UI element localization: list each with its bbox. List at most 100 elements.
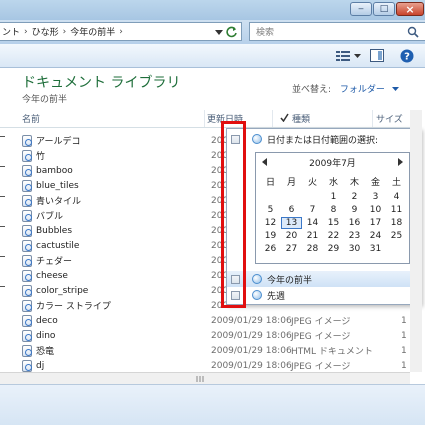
minimize-button[interactable]: ‒ [350,2,372,16]
calendar-day[interactable]: 27 [281,244,302,254]
column-filter-check-icon[interactable] [280,113,289,122]
view-dropdown-icon[interactable] [354,54,361,59]
calendar-day[interactable]: 9 [344,205,365,215]
calendar-day[interactable]: 19 [260,231,281,241]
date-option-icon [252,290,262,300]
image-file-icon [22,284,32,297]
calendar-day-today[interactable]: 13 [281,216,302,229]
image-file-icon [22,164,32,177]
library-subtitle: 今年の前半 [22,95,68,105]
calendar-day[interactable]: 24 [365,231,386,241]
calendar-day[interactable]: 8 [323,205,344,215]
calendar-day[interactable]: 11 [386,205,407,215]
list-item[interactable]: 恐竜 2009/01/29 18:06 HTML ドキュメント 1 [22,343,420,358]
calendar-week: 1 2 3 4 [260,190,407,203]
navigation-pane-edge [0,128,6,373]
calendar-day[interactable]: 10 [365,205,386,215]
calendar-day[interactable]: 30 [344,244,365,254]
filter-option-last-week[interactable]: 先週 [227,287,420,303]
image-file-icon [22,269,32,282]
calendar-day[interactable]: 21 [302,231,323,241]
breadcrumb-separator-icon[interactable]: › [63,27,67,37]
column-divider[interactable] [204,110,205,128]
image-file-icon [22,239,32,252]
calendar-day[interactable]: 28 [302,244,323,254]
breadcrumb-item[interactable]: ひな形 [32,25,59,38]
list-item[interactable]: deco 2009/01/29 18:06 JPEG イメージ 1 [22,313,420,328]
calendar-day[interactable]: 6 [281,205,302,215]
calendar-day[interactable]: 5 [260,205,281,215]
help-icon[interactable]: ? [400,49,414,63]
image-file-icon [22,314,32,327]
calendar-day[interactable]: 15 [323,218,344,228]
calendar-day[interactable]: 16 [344,218,365,228]
minimize-icon: ‒ [358,4,364,14]
calendar-day[interactable]: 29 [323,244,344,254]
calendar-day[interactable]: 3 [365,192,386,202]
highlight-box [221,121,246,308]
calendar-day[interactable]: 2 [344,192,365,202]
calendar-day[interactable]: 7 [302,205,323,215]
calendar-day[interactable]: 17 [365,218,386,228]
refresh-icon[interactable] [226,26,238,38]
calendar-day[interactable]: 26 [260,244,281,254]
breadcrumb-separator-icon[interactable]: › [119,27,123,37]
weekday-label: 月 [286,178,296,188]
maximize-icon: □ [379,4,389,14]
calendar-day[interactable]: 1 [323,192,344,202]
weekday-row: 日 月 火 水 木 金 土 [260,175,407,188]
column-header-type[interactable]: 種類 [292,112,310,128]
calendar-day[interactable]: 18 [386,218,407,228]
list-item[interactable]: dino 2009/01/29 18:06 JPEG イメージ 1 [22,328,420,343]
view-options-icon[interactable] [336,50,350,62]
address-bar[interactable]: ント › ひな形 › 今年の前半 › [0,22,242,41]
calendar-day[interactable]: 23 [344,231,365,241]
preview-pane-icon[interactable] [370,49,384,62]
svg-text:?: ? [404,52,410,63]
breadcrumb-item[interactable]: ント [2,25,20,38]
calendar-week: 12 13 14 15 16 17 18 [260,216,407,229]
next-month-icon[interactable] [398,158,403,166]
html-file-icon [22,134,32,147]
search-icon[interactable] [407,26,419,38]
close-button[interactable]: × [396,2,424,16]
first-half-label: 今年の前半 [267,275,313,286]
image-file-icon [22,329,32,342]
address-dropdown-icon[interactable] [215,30,223,36]
date-option-icon [252,274,262,284]
column-divider[interactable] [372,110,373,128]
calendar-day[interactable]: 22 [323,231,344,241]
column-header-name[interactable]: 名前 [22,112,40,128]
vertical-scrollbar[interactable] [410,110,422,372]
image-file-icon [22,224,32,237]
calendar-header: 2009年7月 [256,153,409,171]
calendar-day[interactable]: 4 [386,192,407,202]
maximize-button[interactable]: □ [373,2,395,16]
filter-option-first-half[interactable]: 今年の前半 [227,271,420,287]
date-range-option[interactable]: 日付または日付範囲の選択: [227,131,420,147]
arrange-label: 並べ替え: [292,85,332,95]
column-header-size[interactable]: サイズ [376,112,403,128]
arrange-dropdown-icon[interactable] [391,87,399,92]
calendar-day[interactable]: 14 [302,218,323,228]
calendar-week: 19 20 21 22 23 24 25 [260,229,407,242]
html-file-icon [22,149,32,162]
calendar: 2009年7月 日 月 火 水 木 金 土 1 2 3 4 5 6 7 8 9 … [255,152,410,264]
calendar-day[interactable]: 20 [281,231,302,241]
search-placeholder: 検索 [256,28,275,38]
breadcrumb-separator-icon[interactable]: › [24,27,28,37]
weekday-label: 日 [265,178,275,188]
scroll-grip-icon[interactable] [196,376,206,382]
search-input[interactable]: 検索 [249,22,425,41]
breadcrumb-item[interactable]: 今年の前半 [70,25,115,38]
calendar-day[interactable]: 31 [365,244,386,254]
calendar-day[interactable]: 12 [260,218,281,228]
column-divider[interactable] [272,110,273,128]
list-item[interactable]: dj 2009/01/29 18:06 JPEG イメージ 1 [22,358,420,373]
last-week-label: 先週 [267,291,286,302]
previous-month-icon[interactable] [262,158,267,166]
horizontal-scrollbar[interactable] [0,372,410,384]
arrange-dropdown[interactable]: フォルダー [340,85,385,95]
calendar-month[interactable]: 2009年7月 [309,156,356,169]
calendar-day[interactable]: 25 [386,231,407,241]
